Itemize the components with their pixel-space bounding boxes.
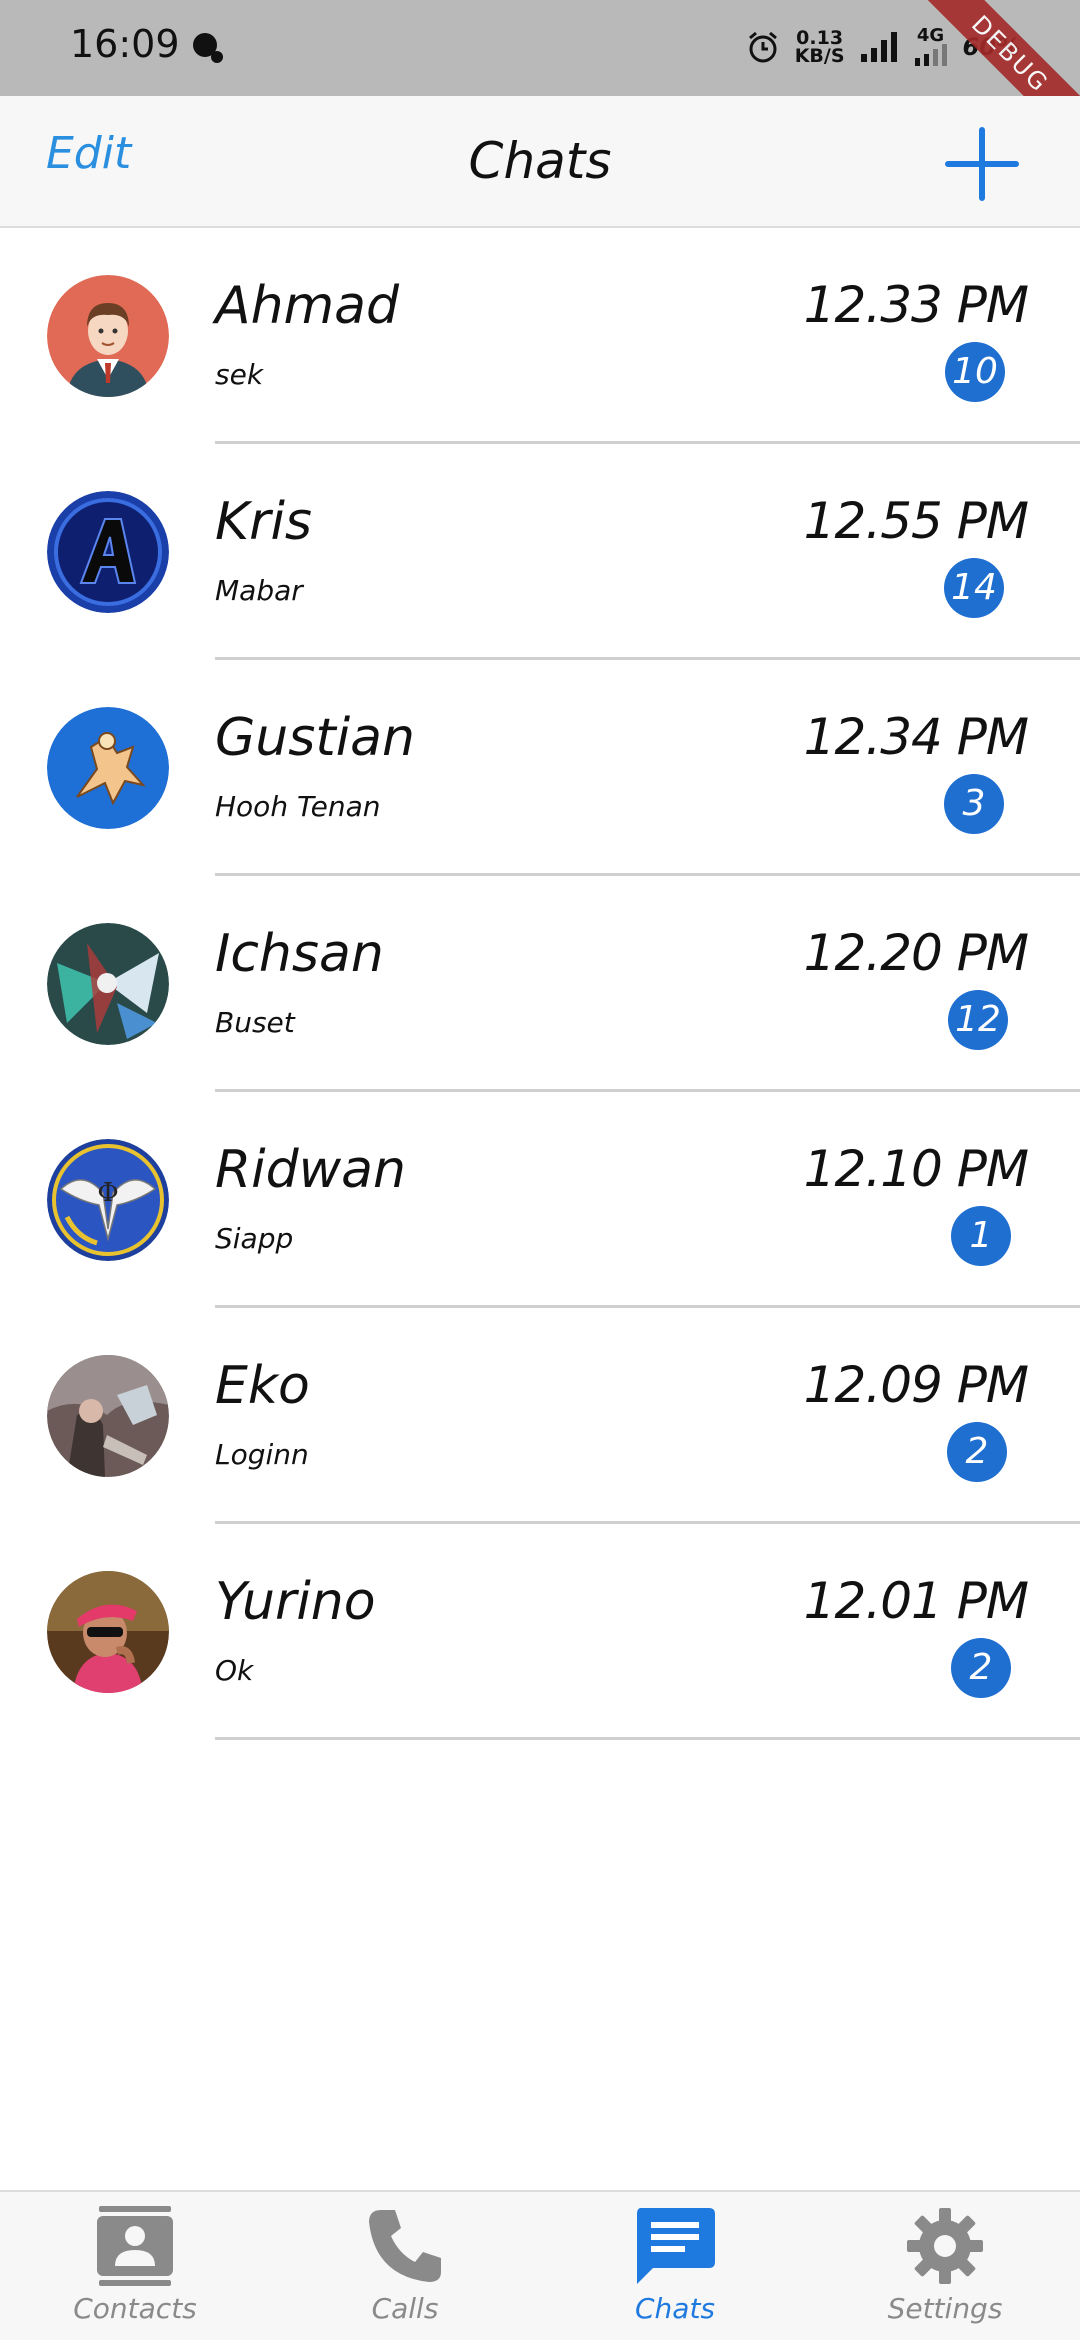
tab-label: Chats [634, 2292, 716, 2325]
tab-settings[interactable]: Settings [810, 2192, 1080, 2340]
page-title: Chats [468, 132, 612, 190]
chat-item-eko[interactable]: Eko Loginn 12.09 PM 2 [0, 1308, 1080, 1524]
mobile-data-indicator: 4G [913, 25, 949, 66]
chat-name: Ridwan [215, 1140, 406, 1200]
chat-item-kris[interactable]: Kris Mabar 12.55 PM 14 [0, 444, 1080, 660]
svg-text:Φ: Φ [97, 1178, 118, 1208]
status-time: 16:09 [70, 22, 180, 66]
signal-icon-secondary [914, 44, 947, 66]
avatar [47, 923, 169, 1045]
gear-icon [907, 2208, 983, 2284]
chat-item-gustian[interactable]: Gustian Hooh Tenan 12.34 PM 3 [0, 660, 1080, 876]
chat-time: 12.34 PM [803, 708, 1029, 766]
avatar [47, 1355, 169, 1477]
tab-label: Settings [887, 2292, 1003, 2325]
chat-preview: Buset [215, 1006, 295, 1039]
chat-time: 12.09 PM [803, 1356, 1029, 1414]
chat-preview: Loginn [215, 1438, 309, 1471]
chat-name: Ichsan [215, 924, 384, 984]
unread-badge: 2 [951, 1638, 1011, 1698]
chat-icon [637, 2208, 715, 2284]
chat-preview: Mabar [215, 574, 303, 607]
chat-name: Ahmad [215, 276, 400, 336]
chat-time: 12.20 PM [803, 924, 1029, 982]
chat-time: 12.55 PM [803, 492, 1029, 550]
chat-name: Yurino [215, 1572, 376, 1632]
chat-time: 12.10 PM [803, 1140, 1029, 1198]
contacts-icon [97, 2206, 173, 2286]
tab-chats[interactable]: Chats [540, 2192, 810, 2340]
unread-badge: 2 [947, 1422, 1007, 1482]
network-type: 4G [916, 25, 945, 46]
tab-bar: Contacts Calls Chats Settings [0, 2190, 1080, 2340]
unread-badge: 1 [951, 1206, 1011, 1266]
signal-icon [860, 32, 897, 62]
unread-badge: 10 [945, 342, 1005, 402]
status-bar: 16:09 0.13 KB/S 4G 6 [0, 0, 1080, 96]
chat-time: 12.01 PM [803, 1572, 1029, 1630]
chat-item-yurino[interactable]: Yurino Ok 12.01 PM 2 [0, 1524, 1080, 1740]
tab-contacts[interactable]: Contacts [0, 2192, 270, 2340]
chat-item-ahmad[interactable]: Ahmad sek 12.33 PM 10 [0, 228, 1080, 444]
avatar [47, 1571, 169, 1693]
speed-unit: KB/S [794, 45, 845, 67]
chat-preview: Ok [215, 1654, 254, 1687]
unread-badge: 14 [944, 558, 1004, 618]
chat-item-ridwan[interactable]: Φ Ridwan Siapp 12.10 PM 1 [0, 1092, 1080, 1308]
avatar: Φ [47, 1139, 169, 1261]
chat-name: Gustian [215, 708, 416, 768]
divider [215, 1737, 1080, 1740]
tab-label: Calls [371, 2292, 439, 2325]
chat-preview: Hooh Tenan [215, 790, 381, 823]
add-chat-button[interactable] [944, 126, 1020, 202]
chat-name: Kris [215, 492, 313, 552]
nav-header: Edit Chats [0, 96, 1080, 228]
avatar [47, 707, 169, 829]
avatar [47, 275, 169, 397]
chat-list: Ahmad sek 12.33 PM 10 Kris Mabar 12.55 P… [0, 228, 1080, 1740]
chat-preview: Siapp [215, 1222, 294, 1255]
network-speed: 0.13 KB/S [794, 29, 845, 67]
tab-calls[interactable]: Calls [270, 2192, 540, 2340]
alarm-icon [748, 31, 777, 63]
notification-icon [193, 33, 223, 63]
phone-icon [369, 2210, 441, 2282]
chat-preview: sek [215, 358, 264, 391]
chat-time: 12.33 PM [803, 276, 1029, 334]
chat-item-ichsan[interactable]: Ichsan Buset 12.20 PM 12 [0, 876, 1080, 1092]
avatar [47, 491, 169, 613]
chat-name: Eko [215, 1356, 310, 1416]
unread-badge: 3 [944, 774, 1004, 834]
unread-badge: 12 [948, 990, 1008, 1050]
tab-label: Contacts [73, 2292, 197, 2325]
